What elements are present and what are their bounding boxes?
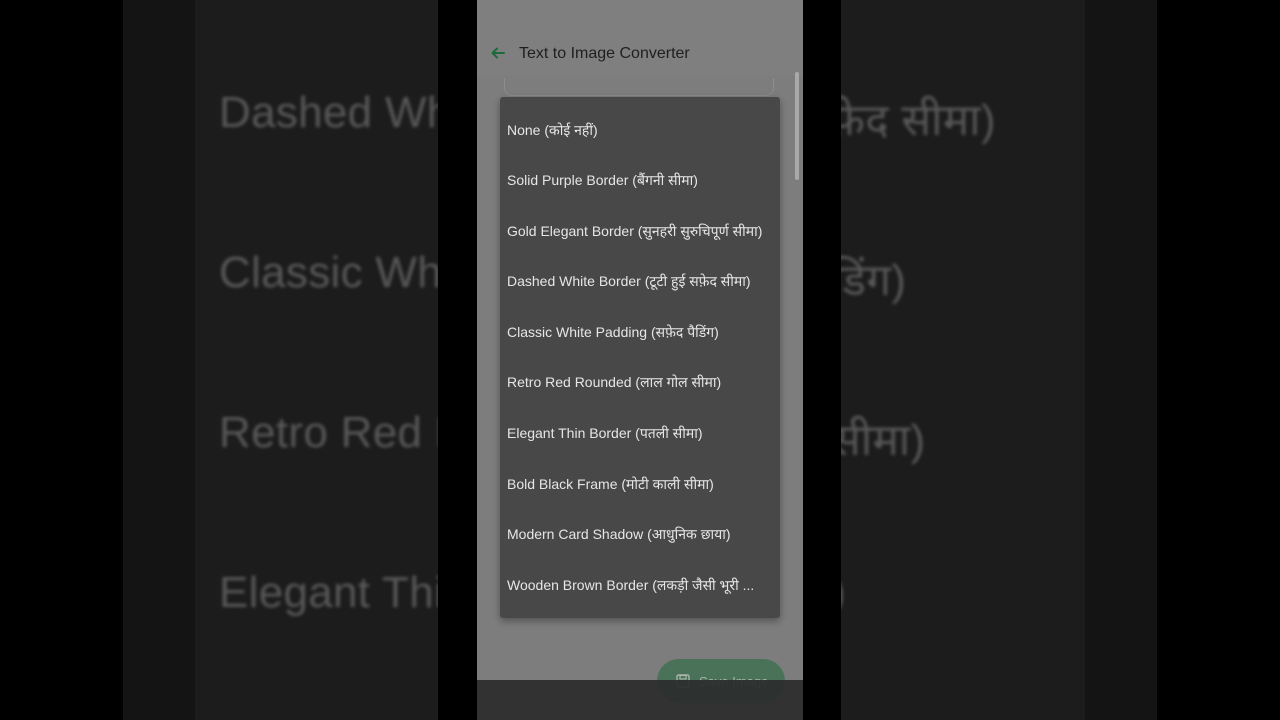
pillar-right bbox=[803, 0, 841, 720]
menu-item-gold-elegant-border[interactable]: Gold Elegant Border (सुनहरी सुरुचिपूर्ण … bbox=[500, 206, 780, 256]
border-select-field[interactable] bbox=[504, 78, 774, 96]
phone-screen: Text to Image Converter Save Image None … bbox=[477, 0, 803, 720]
pillar-left bbox=[438, 0, 477, 720]
menu-item-bold-black-frame[interactable]: Bold Black Frame (मोटी काली सीमा) bbox=[500, 459, 780, 509]
bottom-nav-bar bbox=[477, 680, 803, 720]
backdrop-text: Retro Red B bbox=[219, 408, 465, 457]
backdrop-text: Dashed Wh bbox=[219, 88, 452, 137]
menu-item-wooden-brown-border[interactable]: Wooden Brown Border (लकड़ी जैसी भूरी ... bbox=[500, 560, 780, 610]
backdrop-text: सीमा) bbox=[831, 416, 926, 465]
backdrop-right-band bbox=[1085, 0, 1157, 720]
menu-item-classic-white-padding[interactable]: Classic White Padding (सफ़ेद पैडिंग) bbox=[500, 307, 780, 357]
menu-item-dashed-white-border[interactable]: Dashed White Border (टूटी हुई सफ़ेद सीमा… bbox=[500, 256, 780, 306]
back-arrow-icon[interactable] bbox=[489, 44, 507, 62]
backdrop-text: Elegant Thi bbox=[219, 568, 445, 617]
backdrop-text: डिंग) bbox=[831, 256, 907, 305]
menu-item-elegant-thin-border[interactable]: Elegant Thin Border (पतली सीमा) bbox=[500, 408, 780, 458]
page-title: Text to Image Converter bbox=[519, 45, 690, 62]
app-bar: Text to Image Converter bbox=[477, 0, 803, 76]
menu-item-modern-card-shadow[interactable]: Modern Card Shadow (आधुनिक छाया) bbox=[500, 509, 780, 559]
backdrop-left-band bbox=[123, 0, 195, 720]
menu-item-retro-red-rounded[interactable]: Retro Red Rounded (लाल गोल सीमा) bbox=[500, 357, 780, 407]
border-style-dropdown: None (कोई नहीं) Solid Purple Border (बैं… bbox=[500, 97, 780, 618]
menu-item-solid-purple-border[interactable]: Solid Purple Border (बैंगनी सीमा) bbox=[500, 155, 780, 205]
backdrop-text: Classic Wh bbox=[219, 248, 443, 297]
menu-item-none[interactable]: None (कोई नहीं) bbox=[500, 105, 780, 155]
backdrop-text: फ़ेद सीमा) bbox=[831, 96, 996, 145]
scrollbar[interactable] bbox=[795, 72, 799, 180]
